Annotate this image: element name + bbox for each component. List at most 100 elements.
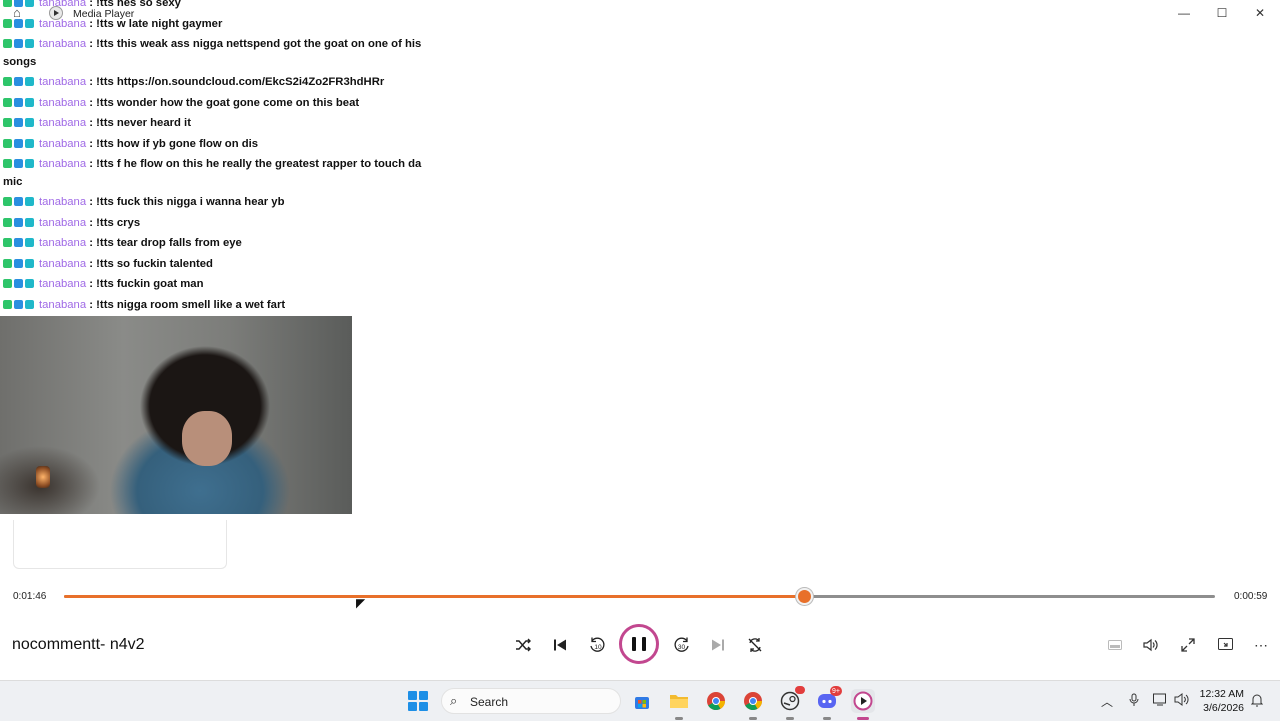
maximize-button[interactable]: ☐ xyxy=(1203,0,1241,26)
home-icon[interactable]: ⌂ xyxy=(13,5,21,20)
badge-teal-icon xyxy=(25,197,34,206)
badge-green-icon xyxy=(3,217,12,227)
microsoft-store-icon[interactable] xyxy=(630,689,654,713)
speaker-icon[interactable] xyxy=(1174,693,1189,709)
seek-bar[interactable] xyxy=(64,590,1215,603)
notification-bell-icon[interactable] xyxy=(1250,693,1264,710)
chat-username: tanabana xyxy=(39,137,87,150)
streamer-face xyxy=(182,411,232,466)
chat-username: tanabana xyxy=(39,96,87,109)
badge-green-icon xyxy=(3,138,12,148)
file-explorer-icon[interactable] xyxy=(667,689,691,720)
chat-username: tanabana xyxy=(39,38,87,50)
pause-icon xyxy=(632,637,646,651)
badge-blue-icon xyxy=(14,258,23,268)
svg-text:30: 30 xyxy=(678,644,686,651)
chat-message: tanabana : !tts wonder how the goat gone… xyxy=(3,95,423,113)
chat-text: : !tts crys xyxy=(89,216,141,229)
chat-username: tanabana xyxy=(39,216,87,229)
badge-blue-icon xyxy=(14,279,23,288)
chat-username: tanabana xyxy=(39,237,87,249)
skip-back-button[interactable]: 10 xyxy=(585,634,609,656)
folder xyxy=(670,695,688,708)
badge-green-icon xyxy=(3,238,12,247)
repeat-off-icon xyxy=(748,638,762,652)
lamp xyxy=(36,466,50,488)
chat-message: tanabana : !tts so fuckin talented xyxy=(3,256,423,274)
chat-text: : !tts fuck this nigga i wanna hear yb xyxy=(89,196,285,208)
close-button[interactable]: ✕ xyxy=(1241,0,1279,26)
volume-button[interactable] xyxy=(1138,634,1162,656)
badge-teal-icon xyxy=(25,77,34,86)
minimize-button[interactable]: — xyxy=(1165,0,1203,26)
badge-teal-icon xyxy=(25,118,34,127)
badge-blue-icon xyxy=(14,159,23,168)
chat-message: tanabana : !tts crys xyxy=(3,215,423,233)
microphone-icon[interactable] xyxy=(1129,693,1139,710)
badge-green-icon xyxy=(3,258,12,268)
next-button[interactable] xyxy=(706,634,730,656)
next-icon xyxy=(712,639,724,651)
more-options-button[interactable]: ⋯ xyxy=(1249,634,1273,656)
badge-blue-icon xyxy=(14,299,23,309)
store-bag xyxy=(635,697,649,709)
badge-teal-icon xyxy=(25,299,34,309)
badge-green-icon xyxy=(3,159,12,168)
search-icon: ⌕ xyxy=(450,693,458,708)
chat-username: tanabana xyxy=(39,298,87,311)
system-clock[interactable]: 12:32 AM 3/6/2026 xyxy=(1196,687,1244,715)
chevron-up-icon[interactable]: ︿ xyxy=(1101,693,1113,710)
steam-logo xyxy=(780,691,800,711)
badge-blue-icon xyxy=(14,138,23,148)
chat-username: tanabana xyxy=(39,257,87,270)
miniplayer-button[interactable] xyxy=(1103,634,1127,656)
chat-username: tanabana xyxy=(39,158,87,170)
steam-icon[interactable] xyxy=(778,686,805,720)
chat-message: tanabana : !tts https://on.soundcloud.co… xyxy=(3,74,423,92)
search-label: Search xyxy=(470,695,509,709)
chrome-logo xyxy=(707,692,725,711)
cast-icon xyxy=(1217,638,1233,650)
chat-message: tanabana : !tts nigga room smell like a … xyxy=(3,297,423,315)
seek-thumb[interactable] xyxy=(798,590,812,603)
clock-time: 12:32 AM xyxy=(1199,688,1244,700)
fullscreen-button[interactable] xyxy=(1176,634,1200,656)
pause-button[interactable] xyxy=(619,624,659,664)
badge-blue-icon xyxy=(14,118,23,127)
chat-message: tanabana : !tts this weak ass nigga nett… xyxy=(3,36,423,71)
skip-forward-button[interactable]: 30 xyxy=(670,634,694,656)
chat-text: : !tts https://on.soundcloud.com/EkcS2i4… xyxy=(89,76,385,88)
chrome-profile-icon[interactable] xyxy=(741,689,765,720)
badge-teal-icon xyxy=(25,97,34,107)
media-player-logo xyxy=(853,691,873,711)
badge-green-icon xyxy=(3,279,12,288)
track-title: nocommentt- n4v2 xyxy=(12,636,145,653)
chat-message: tanabana : !tts tear drop falls from eye xyxy=(3,235,423,253)
chat-username: tanabana xyxy=(39,76,87,88)
shuffle-icon xyxy=(516,638,531,652)
cast-button[interactable] xyxy=(1213,634,1237,656)
seek-progress xyxy=(64,595,805,598)
chat-message: tanabana : !tts fuck this nigga i wanna … xyxy=(3,194,423,212)
badge-green-icon xyxy=(3,77,12,86)
chat-text: : !tts never heard it xyxy=(89,117,191,129)
window-title: Media Player xyxy=(73,8,135,20)
title-bar: ⌂ Media Player — ☐ ✕ xyxy=(0,0,1280,28)
network-icon[interactable] xyxy=(1153,693,1168,709)
previous-button[interactable] xyxy=(548,634,572,656)
media-player-taskbar-icon[interactable] xyxy=(851,689,875,720)
chat-username: tanabana xyxy=(39,196,87,208)
repeat-button[interactable] xyxy=(743,634,767,656)
previous-icon xyxy=(554,639,566,651)
start-button[interactable] xyxy=(408,691,428,711)
badge-green-icon xyxy=(3,39,12,48)
chrome-icon[interactable] xyxy=(704,689,728,713)
taskbar-search[interactable]: ⌕ Search xyxy=(441,688,621,714)
chat-username: tanabana xyxy=(39,278,87,290)
discord-icon[interactable]: 9+ xyxy=(815,686,842,720)
media-player-icon xyxy=(49,6,63,20)
webcam-video xyxy=(0,316,352,514)
shuffle-button[interactable] xyxy=(511,634,535,656)
badge-teal-icon xyxy=(25,279,34,288)
chat-username: tanabana xyxy=(39,117,87,129)
